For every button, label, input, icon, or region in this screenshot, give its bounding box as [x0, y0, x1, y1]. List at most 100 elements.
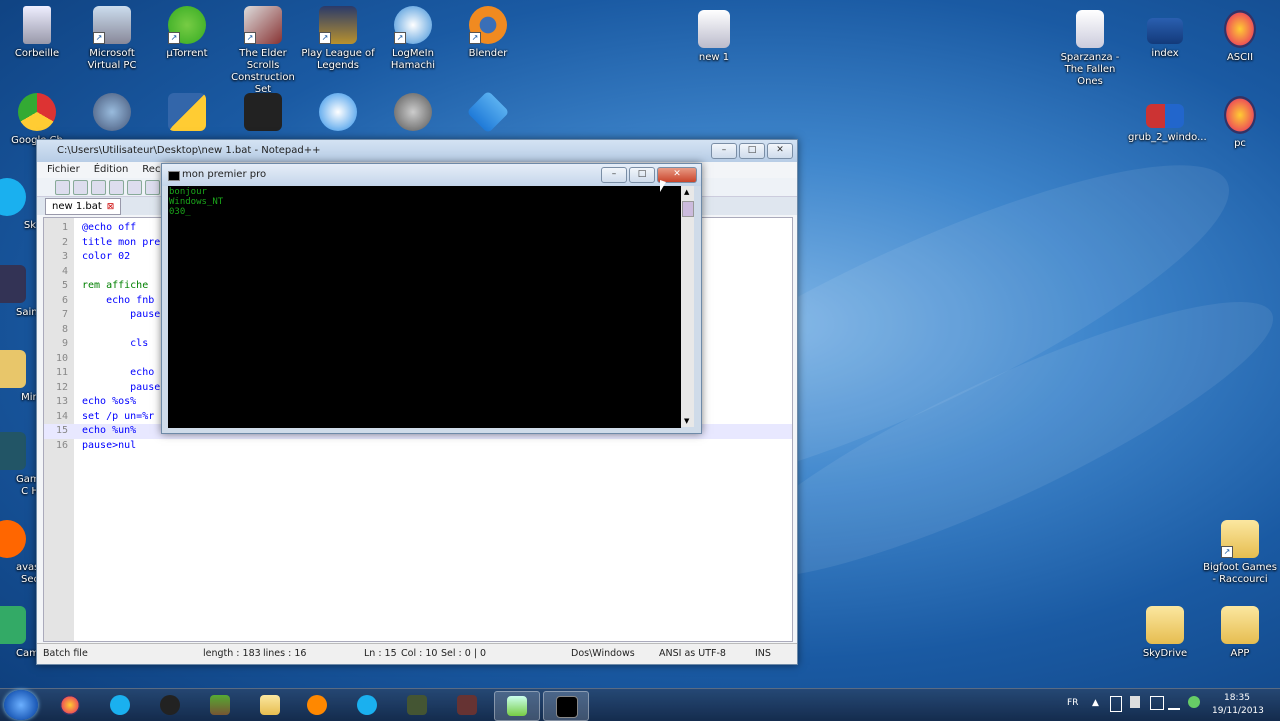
- taskbar-minecraft[interactable]: [198, 691, 242, 719]
- desktop-icon-grub[interactable]: grub_2_windo...: [1128, 96, 1207, 144]
- open-file-icon[interactable]: [73, 179, 88, 195]
- taskbar-cmd[interactable]: [543, 691, 589, 721]
- desktop-icon-bigfoot[interactable]: ↗ Bigfoot Games - Raccourci: [1203, 520, 1277, 586]
- desktop-icon-elder-scrolls[interactable]: ↗ The Elder Scrolls Construction Set: [226, 6, 300, 96]
- desktop-icon-index[interactable]: index: [1128, 10, 1202, 60]
- desktop-icon-label: pc: [1234, 138, 1246, 149]
- cmd-titlebar[interactable]: mon premier pro – □ ✕: [162, 164, 701, 186]
- line-number: 8: [61, 323, 68, 335]
- desktop-icon-hamachi[interactable]: ↗ LogMeIn Hamachi: [376, 6, 450, 72]
- desktop-icon-virtual-pc[interactable]: ↗ Microsoft Virtual PC: [75, 6, 149, 72]
- desktop-icon-dropbox[interactable]: [451, 90, 525, 135]
- game-icon: [407, 695, 427, 715]
- taskbar-notepad-plus-plus[interactable]: [494, 691, 540, 721]
- console-line: 030_: [169, 207, 191, 217]
- taskbar-game-2[interactable]: [445, 691, 489, 719]
- desktop-icon-label: Sparzanza - The Fallen Ones: [1060, 52, 1120, 87]
- tray-app-icon[interactable]: [1188, 696, 1200, 708]
- clock-time[interactable]: 18:35: [1224, 693, 1250, 703]
- status-eol: Dos\Windows: [571, 648, 635, 659]
- close-file-icon[interactable]: [127, 179, 142, 195]
- menu-fichier[interactable]: Fichier: [47, 162, 80, 178]
- taskbar-firefox[interactable]: [48, 691, 92, 719]
- mouse-cursor-icon: [660, 180, 666, 192]
- vertical-scrollbar[interactable]: ▲ ▼: [681, 186, 694, 427]
- ascii-firefox-icon: [1224, 10, 1256, 48]
- flag-icon[interactable]: [1130, 696, 1140, 708]
- desktop-icon-skydrive[interactable]: SkyDrive: [1128, 606, 1202, 660]
- close-button[interactable]: ✕: [767, 143, 793, 159]
- code-text: echo: [82, 367, 155, 378]
- saints-row-icon: [0, 265, 26, 303]
- minimize-button[interactable]: –: [601, 167, 627, 183]
- code-text: set /p un=%r: [82, 410, 155, 422]
- save-all-icon[interactable]: [109, 179, 124, 195]
- desktop-icon-ascii[interactable]: ASCII: [1203, 10, 1277, 64]
- speaker-icon[interactable]: [1150, 696, 1164, 710]
- line-number: 1: [61, 222, 68, 233]
- console-line: bonjour: [169, 187, 207, 197]
- taskbar-steam[interactable]: [148, 691, 192, 719]
- console-output[interactable]: bonjour Windows_NT 030_: [168, 186, 681, 428]
- battery-icon[interactable]: [1110, 696, 1122, 712]
- desktop-icon-label: Corbeille: [14, 48, 60, 59]
- maximize-button[interactable]: □: [629, 167, 655, 183]
- close-tab-icon[interactable]: ⊠: [107, 202, 115, 212]
- avast-icon: [0, 520, 26, 558]
- desktop-icon-shield[interactable]: [75, 93, 149, 135]
- desktop-icon-mp3[interactable]: Sparzanza - The Fallen Ones: [1053, 10, 1127, 88]
- desktop-icon-app[interactable]: APP: [1203, 606, 1277, 660]
- save-icon[interactable]: [91, 179, 106, 195]
- start-button[interactable]: [4, 690, 38, 720]
- status-encoding: ANSI as UTF-8: [659, 648, 726, 659]
- elder-scrolls-cs-icon: ↗: [244, 6, 282, 44]
- status-file-type: Batch file: [43, 648, 88, 659]
- desktop-icon-gamemaker[interactable]: [226, 93, 300, 135]
- cmd-window[interactable]: mon premier pro – □ ✕ bonjour Windows_NT…: [161, 163, 702, 434]
- code-line[interactable]: 16 pause>nul: [44, 439, 792, 454]
- desktop-icon-recycle-bin[interactable]: Corbeille: [0, 6, 74, 60]
- admin-shield-icon: [93, 93, 131, 131]
- recycle-bin-icon: [23, 6, 51, 44]
- network-icon[interactable]: [1168, 696, 1180, 710]
- daemon-tools-icon: [319, 93, 357, 131]
- language-indicator[interactable]: FR: [1067, 698, 1078, 708]
- line-number: 12: [55, 381, 68, 393]
- desktop-icon-utorrent[interactable]: ↗ µTorrent: [150, 6, 224, 60]
- scroll-thumb[interactable]: [682, 201, 694, 217]
- minimize-button[interactable]: –: [711, 143, 737, 159]
- clock-date[interactable]: 19/11/2013: [1212, 706, 1264, 716]
- line-number: 14: [55, 410, 68, 422]
- scroll-up-icon[interactable]: ▲: [684, 188, 689, 196]
- code-text: cls: [82, 338, 149, 349]
- desktop-icon-blender[interactable]: ↗ Blender: [451, 6, 525, 60]
- google-chrome-icon: [18, 93, 56, 131]
- desktop-icon-league[interactable]: ↗ Play League of Legends: [301, 6, 375, 72]
- notepad-title: C:\Users\Utilisateur\Desktop\new 1.bat -…: [57, 145, 321, 156]
- menu-edition[interactable]: Édition: [94, 162, 129, 178]
- desktop-icon-daemon[interactable]: [301, 93, 375, 135]
- notepad-titlebar[interactable]: C:\Users\Utilisateur\Desktop\new 1.bat -…: [37, 140, 797, 162]
- taskbar-skype-2[interactable]: [345, 691, 389, 719]
- desktop-icon-gear[interactable]: [376, 93, 450, 135]
- taskbar-explorer[interactable]: [248, 691, 292, 719]
- scroll-down-icon[interactable]: ▼: [684, 417, 689, 425]
- line-number: 9: [61, 338, 68, 349]
- print-icon[interactable]: [145, 179, 160, 195]
- desktop-icon-python[interactable]: [150, 93, 224, 135]
- new-file-icon[interactable]: [55, 179, 70, 195]
- taskbar-media-player[interactable]: [295, 691, 339, 719]
- desktop-icon-new-1[interactable]: new 1: [677, 10, 751, 64]
- tab-new-1-bat[interactable]: new 1.bat ⊠: [45, 198, 122, 215]
- desktop-icon-label: grub_2_windo...: [1128, 132, 1207, 143]
- maximize-button[interactable]: □: [739, 143, 765, 159]
- taskbar-skype[interactable]: [98, 691, 142, 719]
- show-hidden-icons[interactable]: ▲: [1092, 698, 1099, 708]
- line-number: 15: [55, 425, 68, 436]
- taskbar-game-1[interactable]: [395, 691, 439, 719]
- new-1-file-icon: [698, 10, 730, 48]
- status-sel: Sel : 0 | 0: [441, 648, 487, 659]
- tab-label: new 1.bat: [52, 201, 102, 212]
- desktop-icon-pc[interactable]: pc: [1203, 96, 1277, 150]
- code-text: pause: [82, 309, 161, 320]
